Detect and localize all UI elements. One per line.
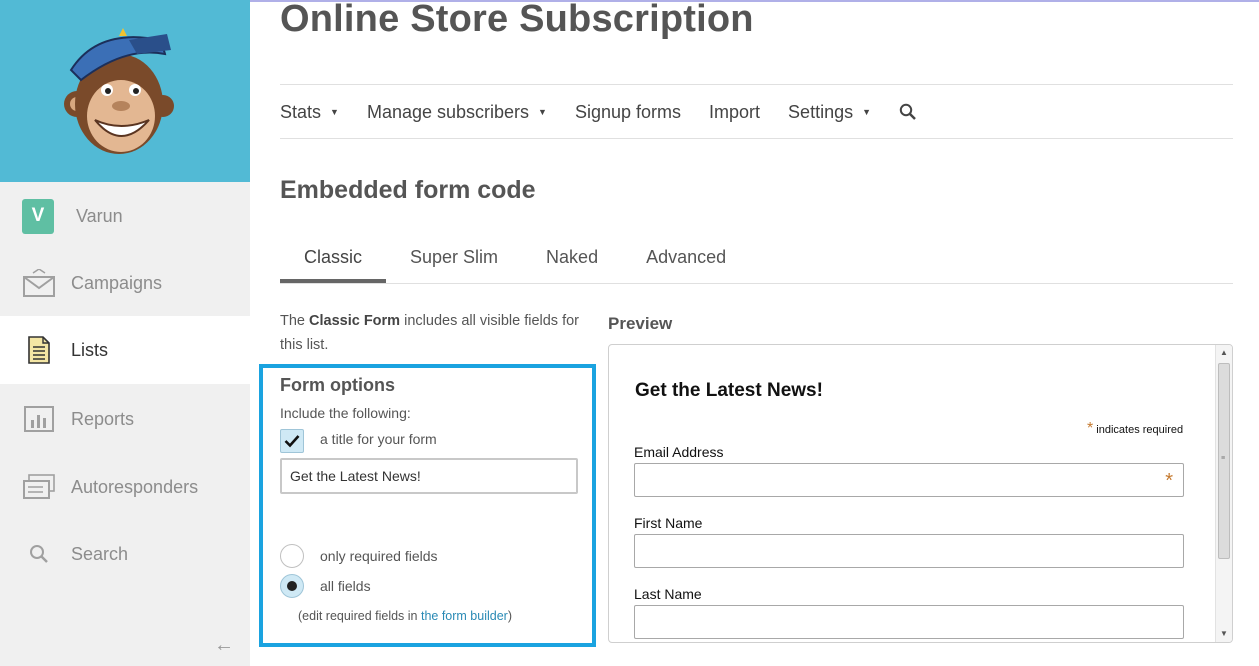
- include-label: Include the following:: [280, 405, 411, 421]
- brand-header: [0, 0, 250, 182]
- radio-all-fields[interactable]: [280, 574, 304, 598]
- first-name-field[interactable]: [634, 534, 1184, 568]
- sidebar-item-label: Reports: [71, 408, 135, 429]
- radio-required-fields[interactable]: [280, 544, 304, 568]
- freddie-logo[interactable]: [55, 24, 185, 159]
- required-star: *: [1165, 470, 1173, 492]
- list-document-icon: [23, 334, 55, 366]
- tab-advanced[interactable]: Advanced: [622, 238, 750, 283]
- title-checkbox-label: a title for your form: [320, 431, 437, 447]
- nav-import[interactable]: Import: [709, 102, 760, 123]
- section-title: Embedded form code: [280, 176, 536, 204]
- divider: [280, 84, 1233, 85]
- sidebar-item-label: Lists: [71, 339, 109, 360]
- tab-classic[interactable]: Classic: [280, 238, 387, 283]
- nav-settings[interactable]: Settings ▼: [788, 102, 871, 123]
- tabs-divider: [280, 283, 1233, 284]
- email-field[interactable]: *: [634, 463, 1184, 497]
- form-preview: Get the Latest News! * indicates require…: [608, 344, 1233, 643]
- radio-required-label: only required fields: [320, 548, 438, 564]
- caret-down-icon: ▼: [862, 107, 872, 117]
- sidebar-item-autoresponders[interactable]: Autoresponders: [0, 453, 250, 521]
- sidebar-item-label: Autoresponders: [71, 476, 199, 497]
- scroll-up-icon[interactable]: ▲: [1216, 345, 1232, 361]
- tab-naked[interactable]: Naked: [522, 238, 622, 283]
- form-builder-link[interactable]: the form builder: [421, 609, 508, 623]
- radio-all-label: all fields: [320, 578, 371, 594]
- preview-scrollbar[interactable]: ▲ ≡ ▼: [1215, 345, 1232, 642]
- stacked-mail-icon: [23, 471, 55, 503]
- tab-super-slim[interactable]: Super Slim: [386, 238, 522, 283]
- edit-required-note: (edit required fields in the form builde…: [298, 609, 513, 623]
- form-title-input[interactable]: [280, 458, 578, 494]
- last-name-label: Last Name: [634, 586, 702, 602]
- checkmark-icon: [284, 435, 300, 448]
- search-icon[interactable]: [899, 103, 917, 121]
- form-description: The Classic Form includes all visible fi…: [280, 313, 580, 353]
- sidebar-item-label: Search: [71, 543, 129, 564]
- page-title: Online Store Subscription: [280, 0, 754, 40]
- form-options-panel: Form options Include the following: a ti…: [259, 364, 596, 647]
- sidebar-item-search[interactable]: Search: [0, 520, 250, 588]
- sidebar-item-lists[interactable]: Lists: [0, 316, 250, 384]
- nav-stats[interactable]: Stats ▼: [280, 102, 339, 123]
- preview-label: Preview: [608, 314, 673, 333]
- search-icon: [23, 538, 55, 570]
- sidebar-item-reports[interactable]: Reports: [0, 385, 250, 453]
- bar-chart-icon: [23, 403, 55, 435]
- preview-form-title: Get the Latest News!: [635, 380, 823, 401]
- sidebar-item-user[interactable]: V Varun: [0, 182, 250, 250]
- scroll-down-icon[interactable]: ▼: [1216, 626, 1232, 642]
- nav-manage-subscribers[interactable]: Manage subscribers ▼: [367, 102, 547, 123]
- avatar: V: [22, 198, 54, 234]
- collapse-sidebar-icon[interactable]: ←: [214, 634, 234, 657]
- title-checkbox[interactable]: [280, 429, 304, 453]
- form-options-title: Form options: [280, 375, 395, 395]
- sidebar-item-campaigns[interactable]: Campaigns: [0, 249, 250, 317]
- required-indicator: * indicates required: [1087, 420, 1184, 437]
- sidebar-item-label: Campaigns: [71, 272, 163, 293]
- nav-signup-forms[interactable]: Signup forms: [575, 102, 681, 123]
- divider: [280, 138, 1233, 139]
- list-nav: Stats ▼ Manage subscribers ▼ Signup forms …: [280, 98, 945, 126]
- sidebar: V Varun Campaigns Lists Reports Autoresp…: [0, 0, 250, 666]
- envelope-icon: [23, 267, 55, 299]
- caret-down-icon: ▼: [330, 107, 339, 117]
- email-label: Email Address: [634, 444, 724, 460]
- form-type-tabs: Classic Super Slim Naked Advanced: [280, 238, 750, 284]
- first-name-label: First Name: [634, 515, 703, 531]
- scrollbar-thumb[interactable]: ≡: [1218, 363, 1230, 559]
- last-name-field[interactable]: [634, 605, 1184, 639]
- caret-down-icon: ▼: [538, 107, 547, 117]
- user-name: Varun: [76, 205, 123, 226]
